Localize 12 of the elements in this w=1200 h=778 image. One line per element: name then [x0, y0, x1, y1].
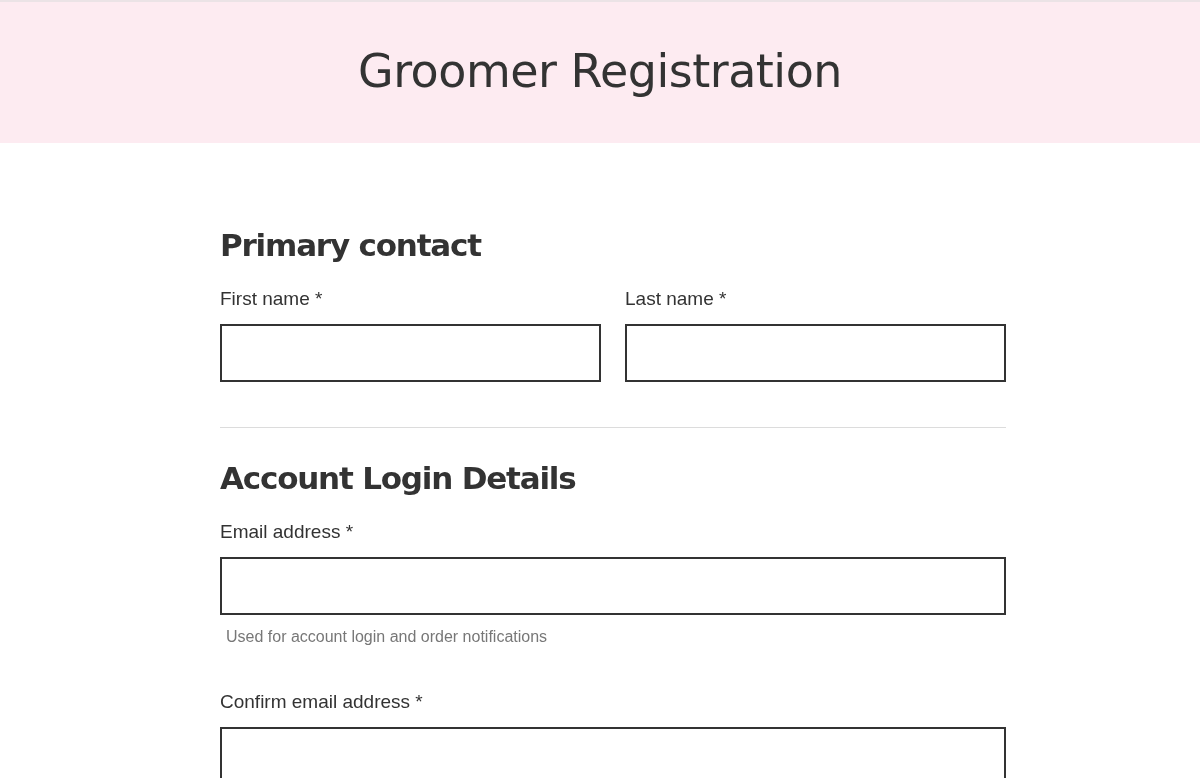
field-label: Confirm email address * — [220, 690, 423, 714]
input-field[interactable] — [625, 324, 1006, 382]
input-field[interactable] — [220, 727, 1006, 778]
section-heading: Primary contact — [220, 226, 483, 265]
field-label: First name * — [220, 287, 323, 311]
field-hint: Used for account login and order notifications — [225, 627, 548, 647]
input-field[interactable] — [220, 557, 1006, 615]
field-label: Last name * — [625, 287, 727, 311]
input-field[interactable] — [220, 324, 601, 382]
section-heading: Account Login Details — [220, 459, 577, 498]
page-title: Groomer Registration — [358, 42, 842, 100]
field-label: Email address * — [220, 520, 354, 544]
